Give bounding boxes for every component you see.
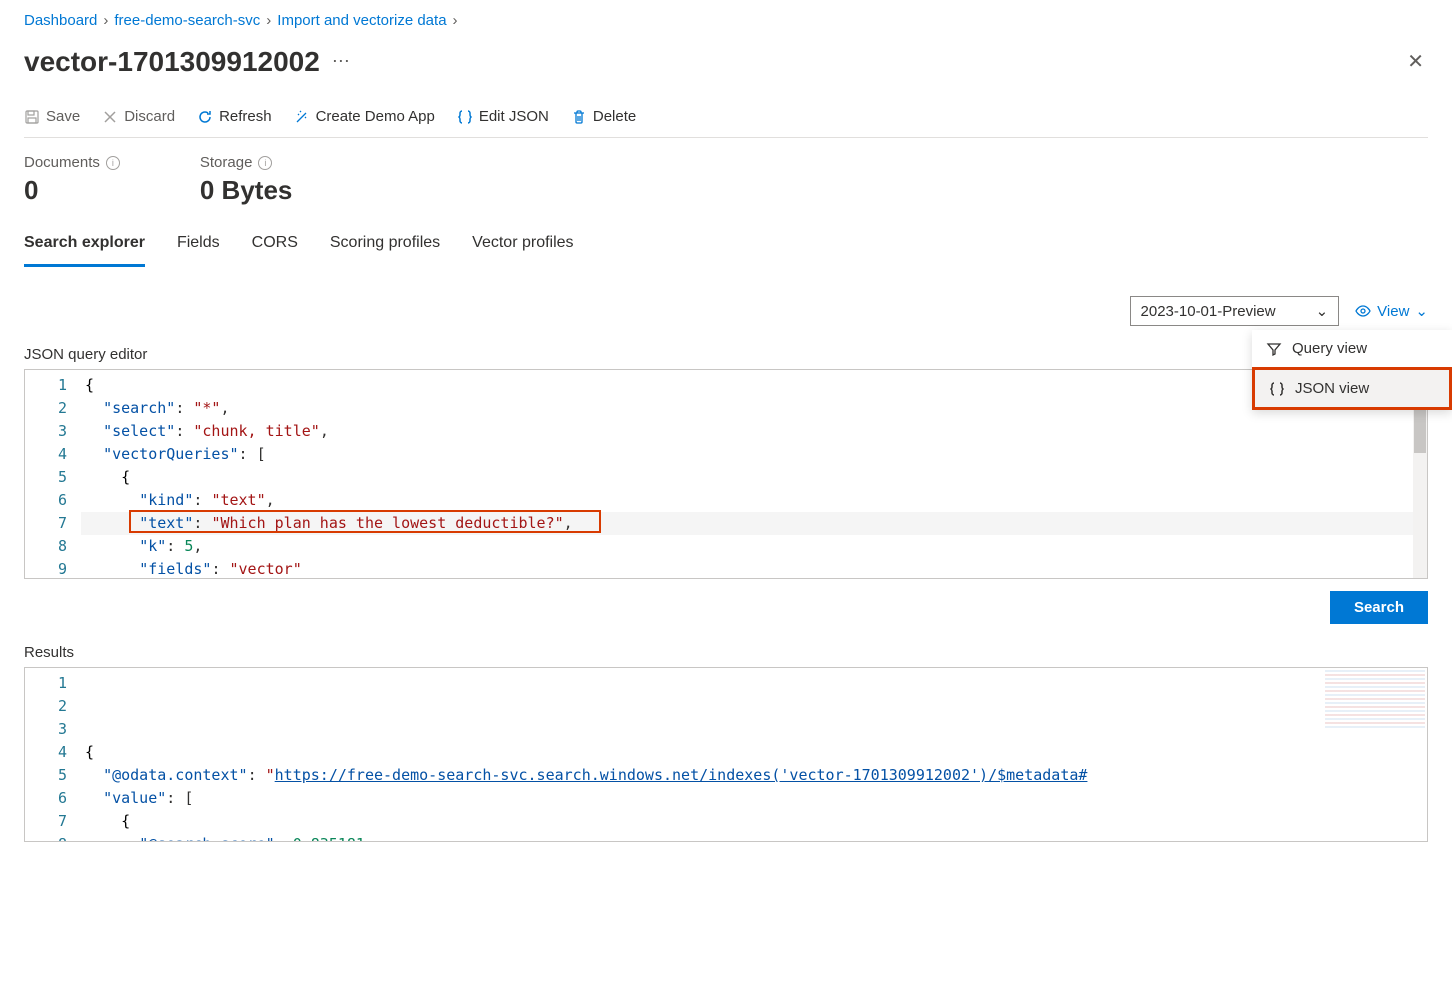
- json-view-option[interactable]: JSON view: [1255, 370, 1449, 407]
- save-button[interactable]: Save: [24, 108, 80, 125]
- tab-search-explorer[interactable]: Search explorer: [24, 226, 145, 267]
- trash-icon: [571, 109, 587, 125]
- storage-label: Storage: [200, 154, 253, 171]
- edit-json-label: Edit JSON: [479, 108, 549, 125]
- line-gutter: 12345678: [25, 668, 81, 841]
- api-version-select[interactable]: 2023-10-01-Preview ⌄: [1130, 296, 1340, 326]
- refresh-icon: [197, 109, 213, 125]
- chevron-down-icon: ⌄: [1316, 302, 1329, 320]
- storage-value: 0 Bytes: [200, 175, 293, 206]
- tab-scoring-profiles[interactable]: Scoring profiles: [330, 226, 440, 267]
- json-query-editor[interactable]: 123456789 { "search": "*", "select": "ch…: [24, 369, 1428, 579]
- view-dropdown: Query view JSON view: [1252, 330, 1452, 410]
- tab-cors[interactable]: CORS: [252, 226, 298, 267]
- close-button[interactable]: ✕: [1403, 45, 1428, 78]
- results-editor[interactable]: 12345678 { "@odata.context": "https://fr…: [24, 667, 1428, 842]
- api-version-value: 2023-10-01-Preview: [1141, 303, 1276, 320]
- query-view-option[interactable]: Query view: [1252, 330, 1452, 367]
- refresh-label: Refresh: [219, 108, 272, 125]
- save-label: Save: [46, 108, 80, 125]
- chevron-right-icon: ›: [266, 12, 271, 29]
- tab-vector-profiles[interactable]: Vector profiles: [472, 226, 573, 267]
- braces-icon: [1269, 381, 1285, 397]
- query-view-label: Query view: [1292, 340, 1367, 357]
- eye-icon: [1355, 303, 1371, 319]
- documents-label: Documents: [24, 154, 100, 171]
- code-body[interactable]: { "@odata.context": "https://free-demo-s…: [81, 668, 1427, 841]
- braces-icon: [457, 109, 473, 125]
- documents-stat: Documents i 0: [24, 154, 120, 206]
- breadcrumb: Dashboard › free-demo-search-svc › Impor…: [24, 0, 1428, 37]
- delete-label: Delete: [593, 108, 636, 125]
- discard-label: Discard: [124, 108, 175, 125]
- chevron-right-icon: ›: [103, 12, 108, 29]
- more-actions-button[interactable]: ⋯: [332, 51, 350, 72]
- minimap[interactable]: [1325, 670, 1425, 730]
- controls-row: 2023-10-01-Preview ⌄ View ⌄ Query view J…: [24, 268, 1428, 338]
- create-demo-button[interactable]: Create Demo App: [294, 108, 435, 125]
- wand-icon: [294, 109, 310, 125]
- save-icon: [24, 109, 40, 125]
- page-header: vector-1701309912002 ⋯ ✕: [24, 37, 1428, 102]
- search-button[interactable]: Search: [1330, 591, 1428, 624]
- discard-icon: [102, 109, 118, 125]
- info-icon[interactable]: i: [258, 156, 272, 170]
- line-gutter: 123456789: [25, 370, 81, 578]
- view-label: View: [1377, 303, 1409, 320]
- results-label: Results: [24, 644, 1428, 661]
- code-body[interactable]: { "search": "*", "select": "chunk, title…: [81, 370, 1427, 578]
- tab-fields[interactable]: Fields: [177, 226, 220, 267]
- delete-button[interactable]: Delete: [571, 108, 636, 125]
- discard-button[interactable]: Discard: [102, 108, 175, 125]
- storage-stat: Storage i 0 Bytes: [200, 154, 293, 206]
- toolbar: Save Discard Refresh Create Demo App Edi…: [24, 102, 1428, 138]
- chevron-down-icon: ⌄: [1415, 302, 1428, 320]
- create-demo-label: Create Demo App: [316, 108, 435, 125]
- edit-json-button[interactable]: Edit JSON: [457, 108, 549, 125]
- documents-value: 0: [24, 175, 120, 206]
- breadcrumb-service[interactable]: free-demo-search-svc: [114, 12, 260, 29]
- json-view-label: JSON view: [1295, 380, 1369, 397]
- view-button[interactable]: View ⌄: [1355, 302, 1428, 320]
- stats-row: Documents i 0 Storage i 0 Bytes: [24, 138, 1428, 226]
- filter-icon: [1266, 341, 1282, 357]
- editor-label: JSON query editor: [24, 346, 1428, 363]
- chevron-right-icon: ›: [453, 12, 458, 29]
- page-title: vector-1701309912002: [24, 46, 320, 78]
- breadcrumb-import[interactable]: Import and vectorize data: [277, 12, 446, 29]
- refresh-button[interactable]: Refresh: [197, 108, 272, 125]
- info-icon[interactable]: i: [106, 156, 120, 170]
- tabs: Search explorer Fields CORS Scoring prof…: [24, 226, 1428, 268]
- breadcrumb-dashboard[interactable]: Dashboard: [24, 12, 97, 29]
